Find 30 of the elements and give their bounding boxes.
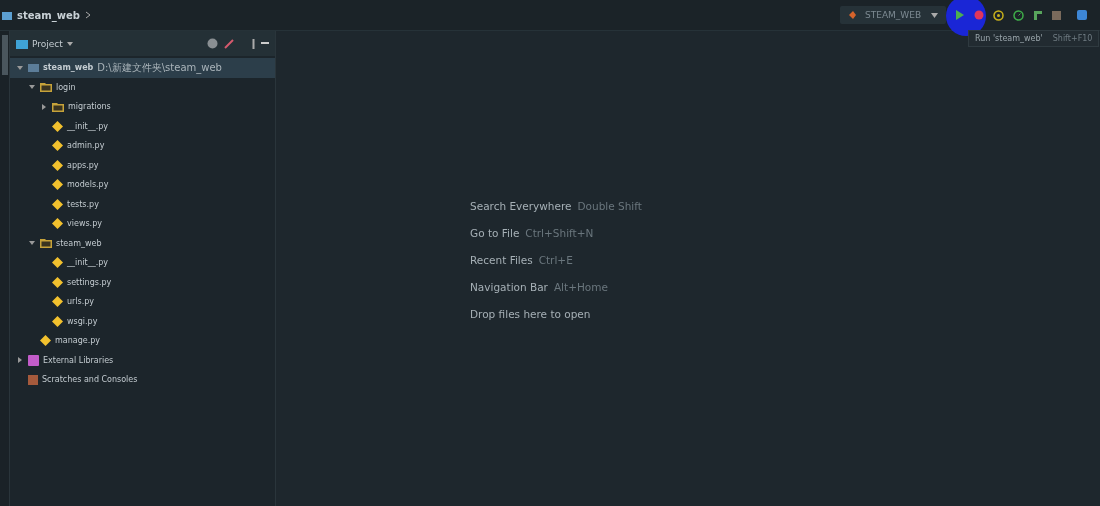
- hint-shortcut: Alt+Home: [553, 280, 608, 293]
- tree-item[interactable]: urls.py: [10, 292, 275, 312]
- tree-item[interactable]: Scratches and Consoles: [10, 370, 275, 390]
- hint-action: Navigation Bar: [470, 280, 548, 293]
- tree-item[interactable]: tests.py: [10, 194, 275, 214]
- tree-item[interactable]: __init__.py: [10, 253, 275, 273]
- hint-action: Search Everywhere: [470, 199, 572, 212]
- hint-action: Drop files here to open: [470, 307, 591, 320]
- tooltip: Run 'steam_web' Shift+F10: [968, 30, 1100, 47]
- hint-shortcut: Ctrl+Shift+N: [525, 226, 594, 239]
- run-configuration-dropdown[interactable]: STEAM_WEB: [840, 6, 946, 24]
- tree-item[interactable]: models.py: [10, 175, 275, 195]
- tree-item[interactable]: wsgi.py: [10, 311, 275, 331]
- tree-item[interactable]: manage.py: [10, 331, 275, 351]
- hint-action: Recent Files: [470, 253, 533, 266]
- tree-item[interactable]: admin.py: [10, 136, 275, 156]
- tree-item[interactable]: External Libraries: [10, 350, 275, 370]
- project-view-selector[interactable]: Project: [16, 38, 73, 49]
- tree-item[interactable]: steam_web D:\新建文件夹\steam_web: [10, 58, 275, 78]
- hint-shortcut: Ctrl+E: [538, 253, 573, 266]
- tree-item[interactable]: migrations: [10, 97, 275, 117]
- project-name[interactable]: steam_web: [17, 9, 80, 21]
- tree-item[interactable]: __init__.py: [10, 116, 275, 136]
- tree-item[interactable]: login: [10, 77, 275, 97]
- tree-item[interactable]: settings.py: [10, 272, 275, 292]
- hint-shortcut: Double Shift: [577, 199, 642, 212]
- tree-item[interactable]: steam_web: [10, 233, 275, 253]
- hint-action: Go to File: [470, 226, 520, 239]
- tree-item[interactable]: views.py: [10, 214, 275, 234]
- tree-item[interactable]: apps.py: [10, 155, 275, 175]
